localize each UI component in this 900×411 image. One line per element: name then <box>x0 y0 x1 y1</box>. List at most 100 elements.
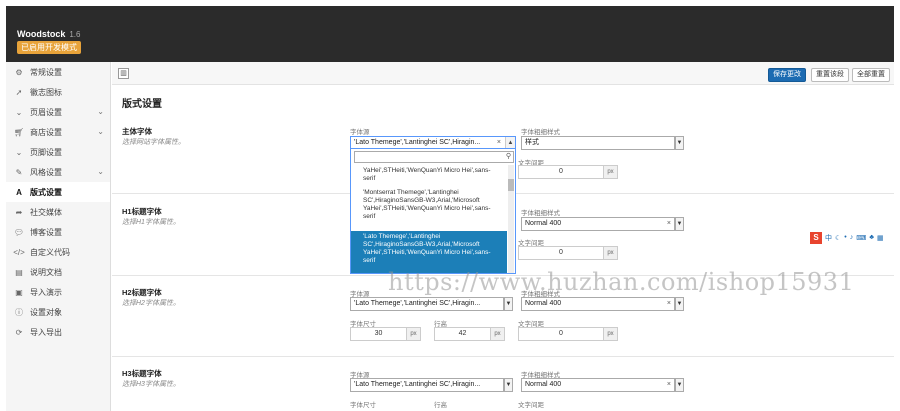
sidebar: ⚙ 常规设置 ➚ 徽志图标 ⌄ 页眉设置 ⌄ 🛒︎ 商店设置 ⌄ ⌄ 页脚设置 ✎ 风格设置 ⌄ … <box>6 62 111 411</box>
h1-weight-select[interactable]: Normal 400 × <box>521 217 675 231</box>
save-button[interactable]: 保存更改 <box>768 68 806 82</box>
refresh-icon: ⟳ <box>15 327 23 337</box>
h2-font-desc: 选择H2字体属性。 <box>122 300 180 307</box>
h2-weight-dropdown-arrow-icon[interactable]: ▼ <box>675 297 684 311</box>
file-icon: ▤ <box>15 267 23 277</box>
h2-size-input[interactable]: 30 <box>350 327 407 341</box>
sidebar-item-label: 博客设置 <box>30 227 62 237</box>
clear-icon[interactable]: × <box>667 379 671 391</box>
h3-size-label: 字体尺寸 <box>350 402 376 409</box>
h2-line-input[interactable]: 42 <box>434 327 491 341</box>
h1-weight-dropdown-arrow-icon[interactable]: ▼ <box>675 217 684 231</box>
dropdown-scrollbar[interactable] <box>508 165 514 273</box>
h1-font-label: H1标题字体 <box>122 207 162 216</box>
h2-line-unit: px <box>491 327 505 341</box>
sidebar-item-import-demo[interactable]: ▣ 导入演示 <box>6 282 110 302</box>
sidebar-item-style[interactable]: ✎ 风格设置 ⌄ <box>6 162 110 182</box>
h3-font-label: H3标题字体 <box>122 369 162 378</box>
mic-icon[interactable]: ♪ <box>850 234 854 241</box>
h2-spacing-unit: px <box>604 327 618 341</box>
sidebar-item-import-export[interactable]: ⟳ 导入导出 <box>6 322 110 342</box>
dev-mode-badge: 已启用开发模式 <box>17 41 81 54</box>
h3-weight-dropdown-arrow-icon[interactable]: ▼ <box>675 378 684 392</box>
sidebar-item-logo[interactable]: ➚ 徽志图标 <box>6 82 110 102</box>
sidebar-item-label: 徽志图标 <box>30 87 62 97</box>
clear-icon[interactable]: × <box>667 298 671 310</box>
page-title: 版式设置 <box>122 99 162 110</box>
sidebar-item-typography[interactable]: A 版式设置 <box>6 182 110 202</box>
body-font-weight-label: 字体粗细样式 <box>521 129 560 136</box>
h3-family-select[interactable]: 'Lato Themege','Lantinghei SC',Hiragin..… <box>350 378 504 392</box>
sidebar-item-label: 说明文档 <box>30 267 62 277</box>
grid-icon[interactable]: ▦ <box>877 234 884 242</box>
select-value: Normal 400 <box>525 300 562 307</box>
options-toolbar: ▥ 保存更改 重置该段 全部重置 <box>112 62 894 85</box>
font-family-dropdown: ⚲ YaHei',STHeiti,'WenQuanYi Micro Hei',s… <box>350 148 516 274</box>
admin-header: Woodstock 1.6 已启用开发模式 <box>6 6 894 62</box>
h1-weight-label: 字体粗细样式 <box>521 210 560 217</box>
chevron-down-icon: ⌄ <box>15 147 23 157</box>
sidebar-item-label: 设置对象 <box>30 307 62 317</box>
divider <box>112 356 894 357</box>
h3-spacing-label: 文字间距 <box>518 402 544 409</box>
sidebar-item-shop[interactable]: 🛒︎ 商店设置 ⌄ <box>6 122 110 142</box>
h2-family-select[interactable]: 'Lato Themege','Lantinghei SC',Hiragin..… <box>350 297 504 311</box>
h1-font-desc: 选择H1字体属性。 <box>122 219 180 226</box>
search-icon: ⚲ <box>505 153 511 160</box>
expand-panel-icon[interactable]: ▥ <box>118 68 129 79</box>
info-icon: ⓘ <box>15 307 23 317</box>
reset-section-button[interactable]: 重置该段 <box>811 68 849 82</box>
sidebar-item-footer[interactable]: ⌄ 页脚设置 <box>6 142 110 162</box>
dropdown-option[interactable]: 'Montserrat Themege','Lantinghei SC',Hir… <box>351 187 507 223</box>
sidebar-item-custom-code[interactable]: </> 自定义代码 <box>6 242 110 262</box>
sidebar-item-social[interactable]: ➦ 社交媒体 <box>6 202 110 222</box>
dot-icon[interactable]: • <box>844 234 846 241</box>
sidebar-item-header[interactable]: ⌄ 页眉设置 ⌄ <box>6 102 110 122</box>
select-value: 'Lato Themege','Lantinghei SC',Hiragin..… <box>354 381 481 388</box>
expand-chevron-icon: ⌄ <box>97 167 104 176</box>
h2-family-dropdown-arrow-icon[interactable]: ▼ <box>504 297 513 311</box>
keyboard-icon[interactable]: ⌨ <box>856 234 866 242</box>
select-value: 'Lato Themege','Lantinghei SC',Hiragin..… <box>354 300 481 307</box>
dropdown-option[interactable]: YaHei',STHeiti,'WenQuanYi Micro Hei',san… <box>351 165 507 185</box>
expand-chevron-icon: ⌄ <box>97 127 104 136</box>
body-spacing-unit: px <box>604 165 618 179</box>
select-value: 'Lato Themege','Lantinghei SC',Hiragin..… <box>354 139 481 146</box>
sidebar-item-label: 页眉设置 <box>30 107 62 117</box>
brand: Woodstock 1.6 <box>17 29 80 39</box>
shirt-icon[interactable]: ♣ <box>869 234 874 241</box>
chinese-char-icon[interactable]: 中 <box>825 233 832 243</box>
rocket-icon: ➚ <box>15 87 23 97</box>
watermark-text: https://www.huzhan.com/ishop15931 <box>388 268 855 296</box>
sidebar-item-label: 页脚设置 <box>30 147 62 157</box>
h3-font-desc: 选择H3字体属性。 <box>122 381 180 388</box>
h2-spacing-input[interactable]: 0 <box>518 327 604 341</box>
body-spacing-input[interactable]: 0 <box>518 165 604 179</box>
font-icon: A <box>16 187 22 197</box>
sidebar-item-label: 导入演示 <box>30 287 62 297</box>
sidebar-item-options-object[interactable]: ⓘ 设置对象 <box>6 302 110 322</box>
sidebar-item-docs[interactable]: ▤ 说明文档 <box>6 262 110 282</box>
dropdown-search-input[interactable]: ⚲ <box>354 151 514 163</box>
weight-dropdown-arrow-icon[interactable]: ▼ <box>675 136 684 150</box>
share-icon: ➦ <box>15 207 23 217</box>
h3-family-dropdown-arrow-icon[interactable]: ▼ <box>504 378 513 392</box>
body-font-weight-select[interactable]: 样式 <box>521 136 675 150</box>
comments-icon: 💬︎ <box>13 227 25 237</box>
h3-weight-select[interactable]: Normal 400 × <box>521 378 675 392</box>
h1-spacing-input[interactable]: 0 <box>518 246 604 260</box>
sidebar-item-general[interactable]: ⚙ 常规设置 <box>6 62 110 82</box>
moon-icon[interactable]: ☾ <box>835 234 841 242</box>
h1-spacing-unit: px <box>604 246 618 260</box>
h2-size-unit: px <box>407 327 421 341</box>
h2-weight-select[interactable]: Normal 400 × <box>521 297 675 311</box>
h2-font-label: H2标题字体 <box>122 288 162 297</box>
s-logo-icon[interactable]: S <box>810 231 822 244</box>
select-value: Normal 400 <box>525 381 562 388</box>
h3-line-label: 行高 <box>434 402 447 409</box>
reset-all-button[interactable]: 全部重置 <box>852 68 890 82</box>
clear-icon[interactable]: × <box>667 218 671 230</box>
body-font-label: 主体字体 <box>122 127 152 136</box>
sidebar-item-blog[interactable]: 💬︎ 博客设置 <box>6 222 110 242</box>
scrollbar-thumb[interactable] <box>508 179 514 191</box>
